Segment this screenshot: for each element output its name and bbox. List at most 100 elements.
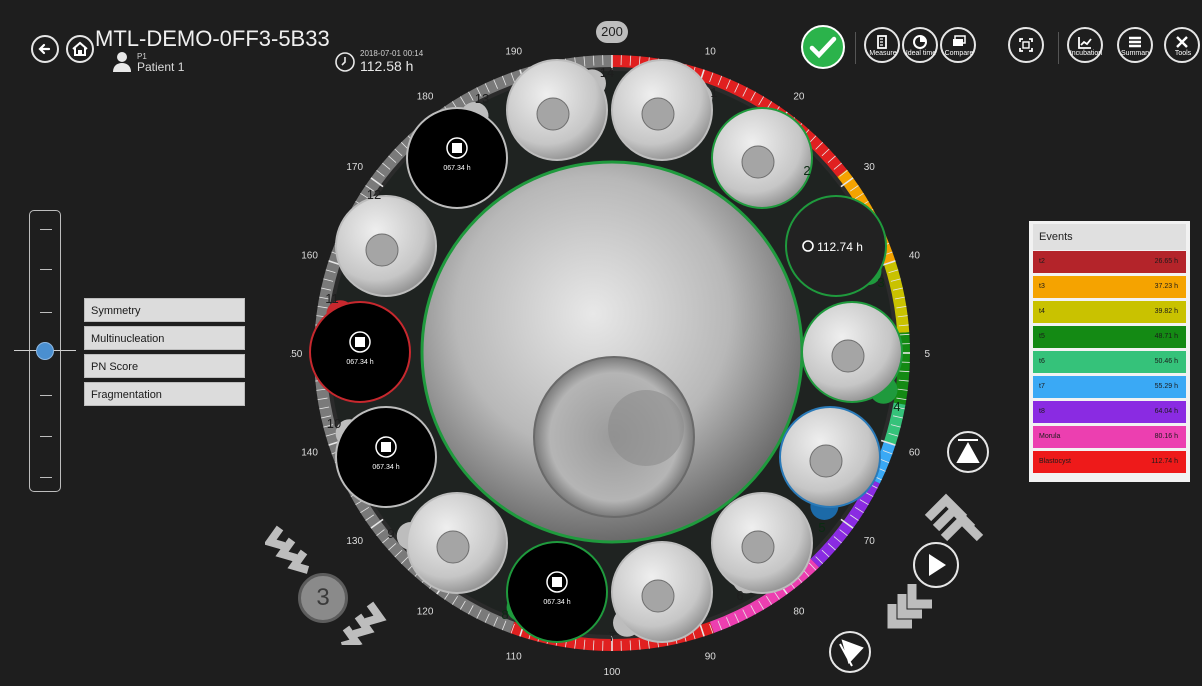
event-time: 80.16 h (1154, 433, 1178, 440)
compare-button[interactable]: Compare (940, 27, 976, 63)
event-time: 64.04 h (1154, 408, 1178, 415)
event-row[interactable]: t7 55.29 h (1033, 376, 1186, 398)
event-label: Morula (1039, 433, 1061, 440)
well-number: 11 (325, 291, 339, 306)
embryo-thumbnail (831, 339, 865, 373)
well-time: 067.34 h (346, 359, 373, 366)
event-time: 55.29 h (1154, 383, 1178, 390)
fullscreen-button[interactable] (1008, 27, 1044, 63)
dial-tick-label: 10 (705, 47, 717, 58)
event-label: t8 (1039, 408, 1045, 415)
dial-tick-label: 30 (864, 162, 876, 173)
dial-tick-label: 190 (505, 47, 522, 58)
dial-tick-label: 170 (346, 162, 363, 173)
patient-name: Patient 1 (137, 60, 185, 74)
stop-icon (381, 442, 391, 452)
event-label: t2 (1039, 258, 1045, 265)
embryo-thumbnail (741, 145, 775, 179)
event-row[interactable]: Morula 80.16 h (1033, 426, 1186, 448)
event-time: 37.23 h (1154, 283, 1178, 290)
back-button[interactable] (31, 35, 59, 63)
event-label: Blastocyst (1039, 458, 1071, 465)
summary-button[interactable]: Summary (1117, 27, 1153, 63)
pn-score-button[interactable]: PN Score (84, 354, 245, 378)
well-time: 112.74 h (817, 240, 863, 254)
symmetry-button[interactable]: Symmetry (84, 298, 245, 322)
dial-tick-label: 20 (793, 92, 805, 103)
well-time: 067.34 h (443, 165, 470, 172)
embryo-thumbnail (641, 579, 675, 613)
embryo-thumbnail (536, 97, 570, 131)
event-row[interactable]: t5 48.71 h (1033, 326, 1186, 348)
event-label: t3 (1039, 283, 1045, 290)
focus-level-button[interactable]: 3 (298, 573, 348, 623)
expand-icon (1019, 38, 1033, 52)
dial-tick-label: 100 (604, 667, 621, 678)
stop-icon (452, 143, 462, 153)
incubation-label: Incubation (1069, 50, 1103, 57)
slider-tick (40, 436, 52, 437)
patient-icon (113, 52, 131, 72)
event-time: 50.46 h (1154, 358, 1178, 365)
dial-top-badge: 200 (596, 21, 628, 43)
embryo-thumbnail (365, 233, 399, 267)
embryo-thumbnail (436, 530, 470, 564)
event-row[interactable]: t4 39.82 h (1033, 301, 1186, 323)
incubation-button[interactable]: Incubation (1067, 27, 1103, 63)
toolbar-divider-2 (1058, 32, 1059, 64)
embryo-thumbnail (641, 97, 675, 131)
event-row[interactable]: t8 64.04 h (1033, 401, 1186, 423)
stop-icon (552, 577, 562, 587)
well-number: 2 (803, 163, 810, 178)
summary-label: Summary (1121, 50, 1151, 57)
focus-up-chevrons[interactable] (265, 525, 310, 574)
well-number: 12 (367, 187, 381, 202)
slider-knob[interactable] (36, 342, 54, 360)
stop-icon (355, 337, 365, 347)
dial-tick-label: 150 (290, 349, 303, 360)
well-number: 1 (710, 85, 717, 100)
multinucleation-button[interactable]: Multinucleation (84, 326, 245, 350)
dial-tick-label: 90 (705, 651, 717, 662)
embryo-inner-cell-mass (608, 390, 684, 466)
well-time: 067.34 h (372, 464, 399, 471)
focus-down-chevrons[interactable] (340, 601, 387, 645)
well-number: 7 (608, 629, 615, 644)
chevron-down-icon (887, 584, 932, 629)
event-label: t6 (1039, 358, 1045, 365)
slider-tick (40, 269, 52, 270)
embryo-thumbnail (741, 530, 775, 564)
compare-label: Compare (944, 50, 974, 57)
playback-controls (829, 431, 989, 673)
event-row[interactable]: t2 26.65 h (1033, 251, 1186, 273)
dial-tick-label: 160 (301, 251, 318, 262)
slider-tick (40, 229, 52, 230)
slider-tick (40, 312, 52, 313)
well-number: 10 (327, 416, 341, 431)
back-arrow-icon (38, 43, 51, 55)
dial-tick-label: 110 (506, 651, 522, 662)
event-row[interactable]: Blastocyst 112.74 h (1033, 451, 1186, 473)
event-time: 48.71 h (1154, 333, 1178, 340)
well-number: 14 (600, 65, 614, 80)
slider-tick (40, 395, 52, 396)
dial-tick-label: 180 (417, 92, 434, 103)
dial-tick-label: 80 (793, 606, 805, 617)
well-time: 067.34 h (543, 599, 570, 606)
well-number: 8 (501, 607, 508, 622)
well-number: 3 (877, 275, 884, 290)
events-title: Events (1033, 224, 1186, 250)
home-icon (72, 41, 88, 56)
tools-button[interactable]: Tools (1164, 27, 1200, 63)
well-number: 13 (475, 91, 489, 106)
well-number: 6 (736, 588, 743, 603)
event-row[interactable]: t3 37.23 h (1033, 276, 1186, 298)
fragmentation-button[interactable]: Fragmentation (84, 382, 245, 406)
event-time: 39.82 h (1154, 308, 1178, 315)
home-button[interactable] (66, 35, 94, 63)
event-label: t4 (1039, 308, 1045, 315)
event-row[interactable]: t6 50.46 h (1033, 351, 1186, 373)
tools-label: Tools (1174, 50, 1192, 57)
slider-tick (40, 477, 52, 478)
dial-tick-label: 50 (924, 349, 930, 360)
